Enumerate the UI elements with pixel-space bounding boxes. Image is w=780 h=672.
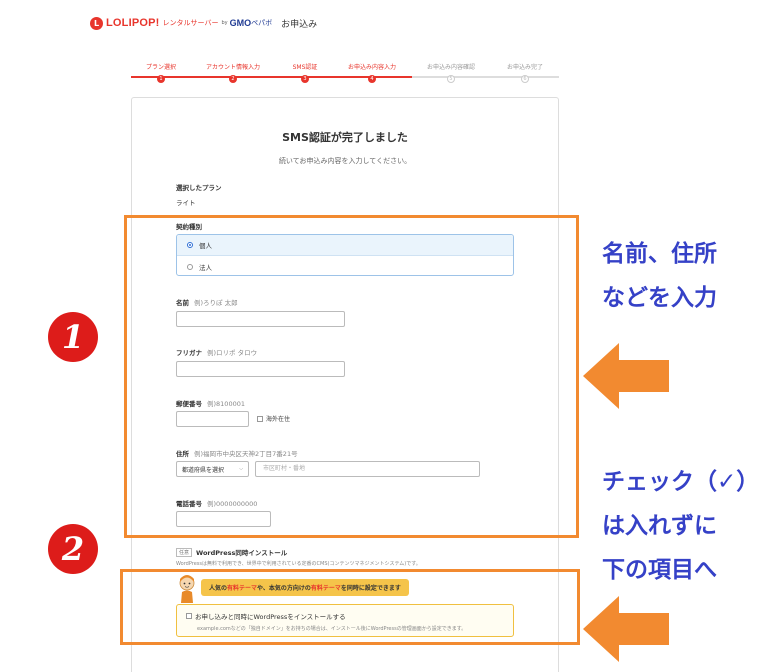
highlight-frame-wordpress [120,569,580,645]
plan-value: ライト [176,199,196,207]
page-title: お申込み [281,19,318,30]
step-input: お申込み内容入力 4 [337,62,407,83]
annotation-line: などを入力 [602,285,717,311]
arrow-left-icon [583,343,669,409]
annotation-note-1: 名前、住所 などを入力 [602,232,717,320]
step-label: お申込み内容入力 [347,64,396,71]
step-account: アカウント情報入力 2 [198,62,268,83]
step-dot: 3 [301,75,309,83]
wordpress-title: WordPress同時インストール [196,549,288,557]
annotation-line: チェック（✓） [602,469,760,495]
step-label: お申込み内容確認 [426,64,475,71]
wordpress-description: WordPressは無料で利用でき、世界中で利用されている定番のCMS(コンテン… [176,561,421,567]
step-dot: 4 [368,75,376,83]
step-dot: 2 [229,75,237,83]
step-complete: お申込み完了 6 [490,62,560,83]
annotation-note-2: チェック（✓） は入れずに 下の項目へ [602,460,759,592]
lolipop-logo[interactable]: LOLIPOP! [106,17,160,29]
step-dot: 5 [447,75,455,83]
site-header: L LOLIPOP! レンタルサーバー by GMO ペパボ お申込み [90,15,317,31]
step-sms: SMS認証 3 [270,62,340,83]
step-plan: プラン選択 1 [126,62,196,83]
gmo-logo: GMO [229,18,252,28]
step-label: SMS認証 [292,64,318,71]
logo-subtitle: レンタルサーバー [162,19,219,27]
logo-by: by [221,20,228,26]
annotation-line: 下の項目へ [602,557,717,583]
main-title: SMS認証が完了しました [282,131,408,144]
step-label: お申込み完了 [506,64,543,71]
step-badge-1: 1 [48,312,98,362]
step-confirm: お申込み内容確認 5 [416,62,486,83]
wordpress-heading: 任意 WordPress同時インストール [176,547,287,557]
step-dot: 6 [521,75,529,83]
step-dot: 1 [157,75,165,83]
pepabo-logo: ペパボ [251,19,273,27]
step-badge-2: 2 [48,524,98,574]
annotation-line: 名前、住所 [602,241,717,267]
arrow-left-icon [583,596,669,662]
lolipop-logo-icon: L [90,16,103,30]
optional-tag: 任意 [176,547,193,557]
highlight-frame-personal-info [124,215,579,538]
main-subtitle: 続いてお申込み内容を入力してください。 [278,157,412,165]
annotation-line: は入れずに [602,513,717,539]
step-label: アカウント情報入力 [205,64,260,71]
step-label: プラン選択 [145,64,176,71]
plan-label: 選択したプラン [176,184,222,192]
progress-steps: プラン選択 1 アカウント情報入力 2 SMS認証 3 お申込み内容入力 4 お… [131,62,560,83]
